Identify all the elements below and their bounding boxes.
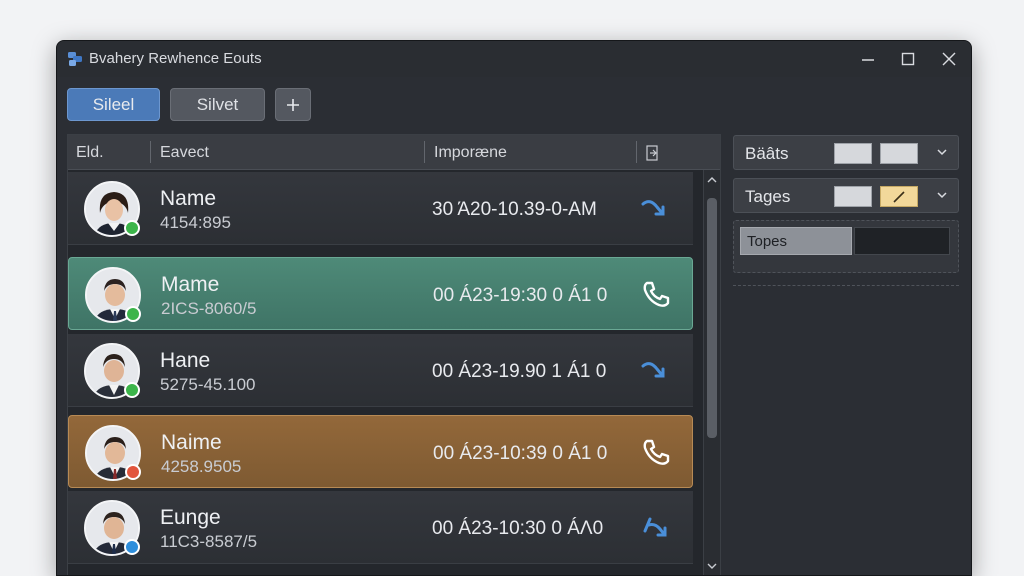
column-separator[interactable] <box>636 141 637 163</box>
scroll-thumb[interactable] <box>707 198 717 438</box>
column-header-importance[interactable]: Imporæne <box>434 144 507 162</box>
call-time: 00 Á23-19.90 1 Á1 0 <box>432 361 607 382</box>
tags-swatch[interactable] <box>834 186 872 207</box>
contact-number: 4154:895 <box>160 213 231 232</box>
select-secondary-button[interactable]: Silvet <box>170 88 265 121</box>
call-time: 30 Ά20-10.39-0-AM <box>432 199 597 220</box>
title-bar: Bvahery Rewhence Eouts <box>57 41 971 77</box>
contact-name: Hane <box>160 349 211 372</box>
status-online-indicator <box>124 382 140 398</box>
badges-swatch[interactable] <box>880 143 918 164</box>
status-busy-indicator <box>125 464 141 480</box>
contact-name: Name <box>160 187 217 210</box>
list-item[interactable]: Hane 5275-45.100 00 Á23-19.90 1 Á1 0 <box>68 334 693 407</box>
window-title: Bvahery Rewhence Eouts <box>89 50 262 67</box>
minimize-button[interactable] <box>850 45 886 73</box>
types-value-field[interactable] <box>854 227 950 255</box>
status-online-indicator <box>124 220 140 236</box>
contact-name: Eunge <box>160 506 221 529</box>
list-item[interactable]: Name 4154:895 30 Ά20-10.39-0-AM <box>68 172 693 245</box>
list-item[interactable]: Eunge 11C3-8587/5 00 Á23-10:30 0 ÁΛ0 <box>68 491 693 564</box>
minimize-icon <box>862 59 874 61</box>
list-item-highlighted[interactable]: Naime 4258.9505 00 Á23-10:39 0 Á1 0 <box>68 415 693 488</box>
contact-number: 11C3-8587/5 <box>160 532 258 551</box>
badges-swatch[interactable] <box>834 143 872 164</box>
column-header-event[interactable]: Eavect <box>160 144 209 162</box>
contact-name: Naime <box>161 431 222 454</box>
tags-filter[interactable]: Tages <box>733 178 959 213</box>
maximize-button[interactable] <box>890 45 926 73</box>
chevron-up-icon <box>707 177 717 183</box>
column-options-icon[interactable] <box>646 145 658 161</box>
column-separator[interactable] <box>424 141 425 163</box>
sidebar-divider <box>733 285 959 286</box>
chevron-down-icon <box>707 563 717 569</box>
scroll-up-button[interactable] <box>704 172 720 188</box>
check-icon <box>893 190 905 203</box>
app-window: Bvahery Rewhence Eouts Sileel Silvet Eld… <box>56 40 972 576</box>
maximize-icon <box>901 52 915 66</box>
app-logo-icon <box>68 52 82 66</box>
contact-number: 2ICS-8060/5 <box>161 299 257 318</box>
tags-checkbox[interactable] <box>880 186 918 207</box>
missed-call-icon[interactable] <box>640 356 672 384</box>
list-item-selected[interactable]: Mame 2ICS-8060/5 00 Á23-19:30 0 Á1 0 <box>68 257 693 330</box>
outgoing-call-icon[interactable] <box>640 513 672 541</box>
phone-icon[interactable] <box>641 438 673 466</box>
scroll-down-button[interactable] <box>704 558 720 574</box>
chevron-down-icon[interactable] <box>936 189 948 201</box>
chevron-down-icon[interactable] <box>936 146 948 158</box>
badges-filter[interactable]: Bäâts <box>733 135 959 170</box>
close-button[interactable] <box>931 45 967 73</box>
select-button[interactable]: Sileel <box>67 88 160 121</box>
tags-label: Tages <box>745 187 791 206</box>
call-time: 00 Á23-19:30 0 Á1 0 <box>433 285 608 306</box>
close-icon <box>942 52 956 66</box>
badges-label: Bäâts <box>745 144 789 163</box>
call-time: 00 Á23-10:30 0 ÁΛ0 <box>432 518 604 539</box>
column-header-id[interactable]: Eld. <box>76 144 104 162</box>
contact-list: Eld. Eavect Imporæne Name 4154:895 30 Ά2… <box>67 134 721 575</box>
contact-number: 4258.9505 <box>161 457 242 476</box>
status-online-indicator <box>125 306 141 322</box>
add-button[interactable] <box>275 88 311 121</box>
status-away-indicator <box>124 539 140 555</box>
list-header: Eld. Eavect Imporæne <box>68 135 720 170</box>
contact-number: 5275-45.100 <box>160 375 256 394</box>
call-time: 00 Á23-10:39 0 Á1 0 <box>433 443 608 464</box>
list-scrollbar[interactable] <box>703 170 720 575</box>
column-separator[interactable] <box>150 141 151 163</box>
types-field[interactable]: Topes <box>740 227 852 255</box>
phone-icon[interactable] <box>641 280 673 308</box>
missed-call-icon[interactable] <box>640 194 672 222</box>
types-filter: Topes <box>733 220 959 273</box>
plus-icon <box>287 98 299 111</box>
contact-name: Mame <box>161 273 220 296</box>
